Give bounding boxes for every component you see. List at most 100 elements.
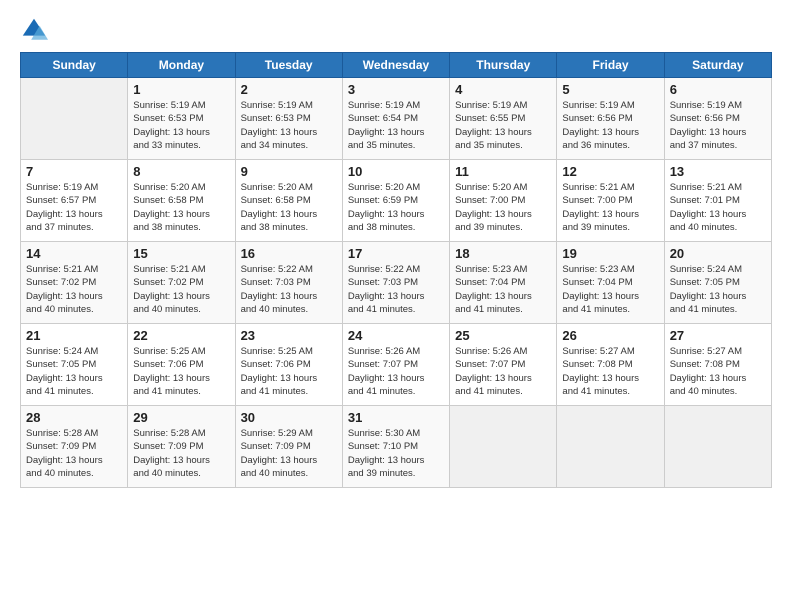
day-info: Sunrise: 5:29 AM Sunset: 7:09 PM Dayligh… xyxy=(241,427,337,480)
calendar-cell: 14 Sunrise: 5:21 AM Sunset: 7:02 PM Dayli… xyxy=(21,242,128,324)
day-info: Sunrise: 5:23 AM Sunset: 7:04 PM Dayligh… xyxy=(562,263,658,316)
day-number: 28 xyxy=(26,410,122,425)
day-info: Sunrise: 5:26 AM Sunset: 7:07 PM Dayligh… xyxy=(348,345,444,398)
calendar-cell: 9 Sunrise: 5:20 AM Sunset: 6:58 PM Daylig… xyxy=(235,160,342,242)
calendar-cell: 30 Sunrise: 5:29 AM Sunset: 7:09 PM Dayli… xyxy=(235,406,342,488)
day-info: Sunrise: 5:26 AM Sunset: 7:07 PM Dayligh… xyxy=(455,345,551,398)
weekday-row: SundayMondayTuesdayWednesdayThursdayFrid… xyxy=(21,53,772,78)
weekday-header-monday: Monday xyxy=(128,53,235,78)
day-info: Sunrise: 5:21 AM Sunset: 7:02 PM Dayligh… xyxy=(26,263,122,316)
day-info: Sunrise: 5:24 AM Sunset: 7:05 PM Dayligh… xyxy=(26,345,122,398)
calendar-cell: 15Sunrise: 5:21 AM Sunset: 7:02 PM Dayli… xyxy=(128,242,235,324)
calendar-header: SundayMondayTuesdayWednesdayThursdayFrid… xyxy=(21,53,772,78)
calendar-cell: 8 Sunrise: 5:20 AM Sunset: 6:58 PM Daylig… xyxy=(128,160,235,242)
calendar-cell: 12 Sunrise: 5:21 AM Sunset: 7:00 PM Dayli… xyxy=(557,160,664,242)
day-number: 8 xyxy=(133,164,229,179)
calendar-week-2: 7Sunrise: 5:19 AM Sunset: 6:57 PM Daylig… xyxy=(21,160,772,242)
calendar-week-3: 14 Sunrise: 5:21 AM Sunset: 7:02 PM Dayli… xyxy=(21,242,772,324)
day-info: Sunrise: 5:19 AM Sunset: 6:54 PM Dayligh… xyxy=(348,99,444,152)
day-number: 11 xyxy=(455,164,551,179)
day-info: Sunrise: 5:21 AM Sunset: 7:01 PM Dayligh… xyxy=(670,181,766,234)
calendar-cell: 11 Sunrise: 5:20 AM Sunset: 7:00 PM Dayli… xyxy=(450,160,557,242)
day-number: 24 xyxy=(348,328,444,343)
calendar-cell: 6 Sunrise: 5:19 AM Sunset: 6:56 PM Daylig… xyxy=(664,78,771,160)
calendar-cell: 27 Sunrise: 5:27 AM Sunset: 7:08 PM Dayli… xyxy=(664,324,771,406)
weekday-header-sunday: Sunday xyxy=(21,53,128,78)
day-info: Sunrise: 5:28 AM Sunset: 7:09 PM Dayligh… xyxy=(26,427,122,480)
calendar-week-1: 1 Sunrise: 5:19 AM Sunset: 6:53 PM Daylig… xyxy=(21,78,772,160)
calendar-cell xyxy=(557,406,664,488)
day-number: 25 xyxy=(455,328,551,343)
calendar-cell xyxy=(21,78,128,160)
day-info: Sunrise: 5:30 AM Sunset: 7:10 PM Dayligh… xyxy=(348,427,444,480)
day-info: Sunrise: 5:19 AM Sunset: 6:55 PM Dayligh… xyxy=(455,99,551,152)
day-number: 31 xyxy=(348,410,444,425)
day-number: 15 xyxy=(133,246,229,261)
calendar-cell: 2 Sunrise: 5:19 AM Sunset: 6:53 PM Daylig… xyxy=(235,78,342,160)
calendar-cell: 1 Sunrise: 5:19 AM Sunset: 6:53 PM Daylig… xyxy=(128,78,235,160)
day-info: Sunrise: 5:27 AM Sunset: 7:08 PM Dayligh… xyxy=(562,345,658,398)
day-number: 4 xyxy=(455,82,551,97)
calendar-cell xyxy=(450,406,557,488)
calendar-cell: 10 Sunrise: 5:20 AM Sunset: 6:59 PM Dayli… xyxy=(342,160,449,242)
day-info: Sunrise: 5:19 AM Sunset: 6:57 PM Dayligh… xyxy=(26,181,122,234)
day-info: Sunrise: 5:25 AM Sunset: 7:06 PM Dayligh… xyxy=(241,345,337,398)
calendar-cell: 24 Sunrise: 5:26 AM Sunset: 7:07 PM Dayli… xyxy=(342,324,449,406)
day-number: 5 xyxy=(562,82,658,97)
day-info: Sunrise: 5:22 AM Sunset: 7:03 PM Dayligh… xyxy=(241,263,337,316)
day-info: Sunrise: 5:19 AM Sunset: 6:56 PM Dayligh… xyxy=(670,99,766,152)
day-number: 18 xyxy=(455,246,551,261)
day-info: Sunrise: 5:20 AM Sunset: 6:59 PM Dayligh… xyxy=(348,181,444,234)
calendar-cell: 19 Sunrise: 5:23 AM Sunset: 7:04 PM Dayli… xyxy=(557,242,664,324)
calendar-cell: 3Sunrise: 5:19 AM Sunset: 6:54 PM Daylig… xyxy=(342,78,449,160)
day-info: Sunrise: 5:20 AM Sunset: 7:00 PM Dayligh… xyxy=(455,181,551,234)
calendar-table: SundayMondayTuesdayWednesdayThursdayFrid… xyxy=(20,52,772,488)
day-number: 30 xyxy=(241,410,337,425)
weekday-header-tuesday: Tuesday xyxy=(235,53,342,78)
calendar-cell: 22Sunrise: 5:25 AM Sunset: 7:06 PM Dayli… xyxy=(128,324,235,406)
day-number: 12 xyxy=(562,164,658,179)
day-number: 29 xyxy=(133,410,229,425)
day-info: Sunrise: 5:19 AM Sunset: 6:53 PM Dayligh… xyxy=(241,99,337,152)
day-number: 1 xyxy=(133,82,229,97)
calendar-cell: 7Sunrise: 5:19 AM Sunset: 6:57 PM Daylig… xyxy=(21,160,128,242)
calendar-week-4: 21 Sunrise: 5:24 AM Sunset: 7:05 PM Dayli… xyxy=(21,324,772,406)
day-number: 27 xyxy=(670,328,766,343)
day-info: Sunrise: 5:19 AM Sunset: 6:56 PM Dayligh… xyxy=(562,99,658,152)
calendar-body: 1 Sunrise: 5:19 AM Sunset: 6:53 PM Daylig… xyxy=(21,78,772,488)
page-header xyxy=(20,16,772,44)
day-info: Sunrise: 5:25 AM Sunset: 7:06 PM Dayligh… xyxy=(133,345,229,398)
day-number: 13 xyxy=(670,164,766,179)
day-info: Sunrise: 5:28 AM Sunset: 7:09 PM Dayligh… xyxy=(133,427,229,480)
day-info: Sunrise: 5:21 AM Sunset: 7:00 PM Dayligh… xyxy=(562,181,658,234)
calendar-cell: 17Sunrise: 5:22 AM Sunset: 7:03 PM Dayli… xyxy=(342,242,449,324)
day-info: Sunrise: 5:27 AM Sunset: 7:08 PM Dayligh… xyxy=(670,345,766,398)
day-number: 6 xyxy=(670,82,766,97)
logo-icon xyxy=(20,16,48,44)
day-number: 23 xyxy=(241,328,337,343)
calendar-cell: 4 Sunrise: 5:19 AM Sunset: 6:55 PM Daylig… xyxy=(450,78,557,160)
calendar-cell: 21 Sunrise: 5:24 AM Sunset: 7:05 PM Dayli… xyxy=(21,324,128,406)
day-info: Sunrise: 5:20 AM Sunset: 6:58 PM Dayligh… xyxy=(133,181,229,234)
day-number: 14 xyxy=(26,246,122,261)
calendar-cell: 13 Sunrise: 5:21 AM Sunset: 7:01 PM Dayli… xyxy=(664,160,771,242)
day-number: 10 xyxy=(348,164,444,179)
calendar-cell: 16Sunrise: 5:22 AM Sunset: 7:03 PM Dayli… xyxy=(235,242,342,324)
day-number: 19 xyxy=(562,246,658,261)
calendar-cell: 20Sunrise: 5:24 AM Sunset: 7:05 PM Dayli… xyxy=(664,242,771,324)
day-number: 2 xyxy=(241,82,337,97)
day-info: Sunrise: 5:19 AM Sunset: 6:53 PM Dayligh… xyxy=(133,99,229,152)
calendar-cell: 29 Sunrise: 5:28 AM Sunset: 7:09 PM Dayli… xyxy=(128,406,235,488)
calendar-week-5: 28 Sunrise: 5:28 AM Sunset: 7:09 PM Dayli… xyxy=(21,406,772,488)
day-number: 21 xyxy=(26,328,122,343)
day-info: Sunrise: 5:22 AM Sunset: 7:03 PM Dayligh… xyxy=(348,263,444,316)
day-number: 9 xyxy=(241,164,337,179)
day-info: Sunrise: 5:20 AM Sunset: 6:58 PM Dayligh… xyxy=(241,181,337,234)
weekday-header-wednesday: Wednesday xyxy=(342,53,449,78)
calendar-cell xyxy=(664,406,771,488)
logo xyxy=(20,16,52,44)
calendar-cell: 5 Sunrise: 5:19 AM Sunset: 6:56 PM Daylig… xyxy=(557,78,664,160)
weekday-header-thursday: Thursday xyxy=(450,53,557,78)
day-info: Sunrise: 5:23 AM Sunset: 7:04 PM Dayligh… xyxy=(455,263,551,316)
calendar-cell: 18 Sunrise: 5:23 AM Sunset: 7:04 PM Dayli… xyxy=(450,242,557,324)
